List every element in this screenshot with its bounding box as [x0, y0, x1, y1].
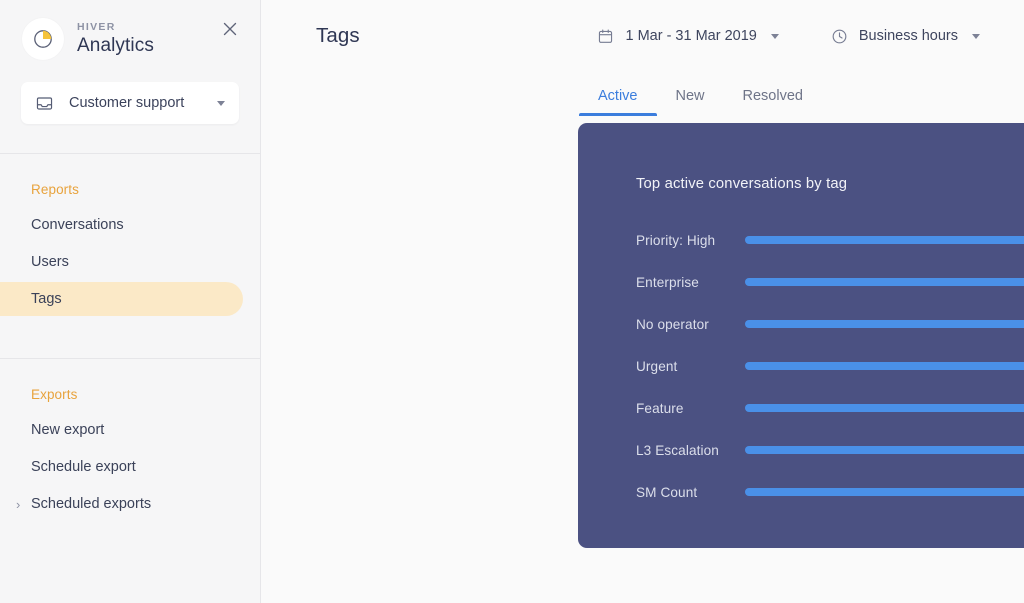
chart-row-track: 88: [745, 485, 1024, 500]
clock-icon: [831, 28, 848, 45]
chart-bar: [745, 278, 1024, 286]
sidebar-item-label: Users: [31, 254, 69, 270]
chart-row-label: SM Count: [636, 484, 698, 500]
chart-row-track: 97: [745, 317, 1024, 332]
chart-row: No operator 97: [578, 303, 1024, 345]
brand-kicker: HIVER: [77, 21, 116, 34]
chart-row-label: Enterprise: [636, 274, 699, 290]
chart-row-label: Feature: [636, 400, 684, 416]
tab-label: Active: [598, 88, 638, 104]
brand-text: HIVER Analytics: [77, 21, 154, 57]
tab-bar: Active New Resolved: [261, 72, 1024, 116]
chart-row-track: 95: [745, 359, 1024, 374]
sidebar-item-tags[interactable]: Tags: [0, 282, 243, 316]
chart-card: Top active conversations by tag Priority…: [578, 123, 1024, 548]
tab-new[interactable]: New: [657, 88, 724, 116]
sidebar: HIVER Analytics Customer support Reports: [0, 0, 261, 603]
sidebar-item-label: Schedule export: [31, 459, 136, 475]
chart-bar: [745, 320, 1024, 328]
date-range-selector[interactable]: 1 Mar - 31 Mar 2019: [597, 28, 779, 45]
chart-row-label: Urgent: [636, 358, 678, 374]
chart-row-track: 90: [745, 443, 1024, 458]
sidebar-item-scheduled-exports[interactable]: › Scheduled exports: [0, 487, 260, 521]
chart-row-label: No operator: [636, 316, 709, 332]
chart-bar: [745, 404, 1024, 412]
calendar-icon: [597, 28, 614, 45]
chart-row: Urgent 95: [578, 345, 1024, 387]
chart-bar: [745, 446, 1024, 454]
chart-row: L3 Escalation 90: [578, 429, 1024, 471]
chart-bar: [745, 236, 1024, 244]
mailbox-label: Customer support: [69, 95, 185, 111]
chart-bar: [745, 488, 1024, 496]
sidebar-item-label: New export: [31, 422, 105, 438]
chart-row: Enterprise 98: [578, 261, 1024, 303]
chart-row: Feature 95: [578, 387, 1024, 429]
chart-row: Priority: High 102: [578, 219, 1024, 261]
page-title: Tags: [316, 24, 360, 47]
tab-label: New: [675, 88, 705, 104]
sidebar-item-label: Scheduled exports: [31, 496, 152, 512]
date-range-label: 1 Mar - 31 Mar 2019: [625, 28, 757, 44]
sidebar-heading-reports: Reports: [31, 182, 79, 197]
sidebar-item-new-export[interactable]: New export: [0, 413, 260, 447]
chevron-down-icon: [217, 100, 225, 106]
sidebar-section-reports: Reports Conversations Users Tags: [0, 154, 260, 316]
brand-title: Analytics: [77, 35, 154, 57]
sidebar-item-schedule-export[interactable]: Schedule export: [0, 450, 260, 484]
tab-resolved[interactable]: Resolved: [724, 88, 822, 116]
sidebar-heading-exports: Exports: [31, 387, 78, 402]
app-root: HIVER Analytics Customer support Reports: [0, 0, 1024, 603]
sidebar-item-users[interactable]: Users: [0, 245, 260, 279]
chart-rows: Priority: High 102 Enterprise 98 No operator…: [578, 192, 1024, 513]
pie-chart-icon: [22, 18, 64, 60]
sidebar-item-label: Tags: [31, 291, 62, 307]
chart-row: SM Count 88: [578, 471, 1024, 513]
chart-row-label: L3 Escalation: [636, 442, 719, 458]
topbar: Tags 1 Mar - 31 Mar 2019 Business hours: [261, 0, 1024, 72]
chart-row-track: 95: [745, 401, 1024, 416]
business-hours-selector[interactable]: Business hours: [831, 28, 980, 45]
mailbox-selector[interactable]: Customer support: [21, 82, 239, 124]
chevron-down-icon: [972, 33, 980, 39]
tab-label: Resolved: [742, 88, 803, 104]
brand-row: HIVER Analytics: [0, 0, 260, 62]
chart-title: Top active conversations by tag: [636, 176, 848, 192]
chevron-right-icon: ›: [16, 496, 21, 512]
chart-row-label: Priority: High: [636, 232, 716, 248]
chart-bar: [745, 362, 1024, 370]
tab-active[interactable]: Active: [579, 88, 657, 116]
sidebar-section-exports: Exports New export Schedule export › Sch…: [0, 359, 260, 521]
main-content: Tags 1 Mar - 31 Mar 2019 Business hours …: [261, 0, 1024, 603]
close-icon[interactable]: [220, 19, 240, 39]
chart-row-track: 98: [745, 275, 1024, 290]
sidebar-item-label: Conversations: [31, 217, 124, 233]
chevron-down-icon: [770, 33, 779, 39]
business-hours-label: Business hours: [858, 28, 958, 44]
inbox-icon: [35, 94, 55, 113]
chart-row-track: 102: [745, 233, 1024, 248]
sidebar-item-conversations[interactable]: Conversations: [0, 208, 260, 242]
